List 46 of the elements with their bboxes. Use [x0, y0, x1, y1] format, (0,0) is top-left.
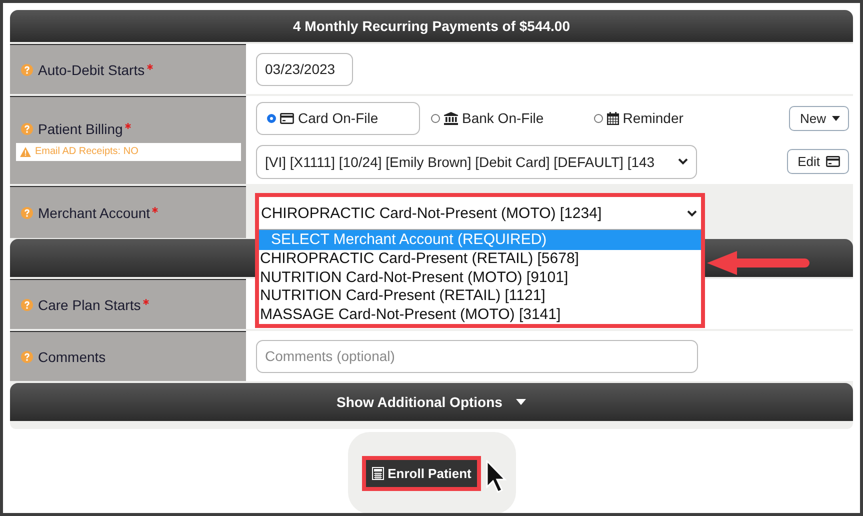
- radio-button[interactable]: [431, 114, 440, 122]
- chevron-down-icon: [687, 210, 697, 216]
- credit-card-icon: [280, 112, 294, 124]
- payment-method-option[interactable]: Card On-File: [256, 102, 420, 134]
- help-icon: [21, 206, 33, 218]
- warning-text: Email AD Receipts: NO: [35, 146, 138, 157]
- required-icon: [142, 298, 149, 304]
- enroll-patient-button[interactable]: Enroll Patient: [362, 456, 482, 490]
- warning-icon: [20, 146, 31, 156]
- required-icon: [124, 122, 131, 128]
- edit-button[interactable]: Edit: [786, 149, 849, 174]
- help-icon: [21, 122, 33, 134]
- field-label: Patient Billing: [38, 120, 123, 136]
- help-icon: [21, 350, 33, 362]
- comments-field[interactable]: Comments (optional): [256, 340, 698, 372]
- new-button[interactable]: New: [788, 106, 849, 130]
- payment-method-option[interactable]: Reminder: [592, 102, 692, 134]
- calendar-icon: [606, 112, 619, 124]
- payment-method-option[interactable]: Bank On-File: [430, 102, 553, 134]
- show-options-bar[interactable]: Show Additional Options: [10, 383, 853, 421]
- header-title: 4 Monthly Recurring Payments of $544.00: [293, 18, 570, 34]
- option-label: Reminder: [622, 110, 684, 126]
- chevron-down-icon: [678, 158, 688, 165]
- required-icon: [146, 64, 153, 70]
- option-label: Bank On-File: [462, 110, 544, 126]
- date-field[interactable]: 03/23/2023: [256, 52, 353, 86]
- field-label: Auto-Debit Starts: [38, 62, 145, 78]
- radio-button[interactable]: [594, 114, 603, 122]
- field-label: Care Plan Starts: [38, 296, 141, 312]
- dropdown-option[interactable]: CHIROPRACTIC Card-Present (RETAIL) [5678]: [259, 250, 701, 268]
- caret-icon: [832, 116, 840, 120]
- dropdown-option[interactable]: MASSAGE Card-Not-Present (MOTO) [3141]: [259, 306, 701, 324]
- card-select[interactable]: [VI] [X1111] [10/24] [Emily Brown] [Debit Card] [DEFAULT] [143: [256, 144, 697, 178]
- help-icon: [21, 64, 33, 76]
- dropdown-option[interactable]: NUTRITION Card-Present (RETAIL) [1121]: [259, 287, 701, 306]
- cursor-icon: [486, 460, 508, 494]
- credit-card-icon: [826, 156, 840, 167]
- field-label: Merchant Account: [38, 204, 150, 220]
- option-label: Card On-File: [298, 110, 378, 126]
- bank-icon: [444, 112, 458, 124]
- dropdown-option[interactable]: NUTRITION Card-Not-Present (MOTO) [9101]: [259, 268, 701, 287]
- required-icon: [152, 206, 158, 212]
- help-icon: [21, 298, 33, 310]
- calculator-icon: [372, 466, 384, 480]
- field-label: Comments: [38, 348, 106, 364]
- radio-button[interactable]: [267, 114, 276, 122]
